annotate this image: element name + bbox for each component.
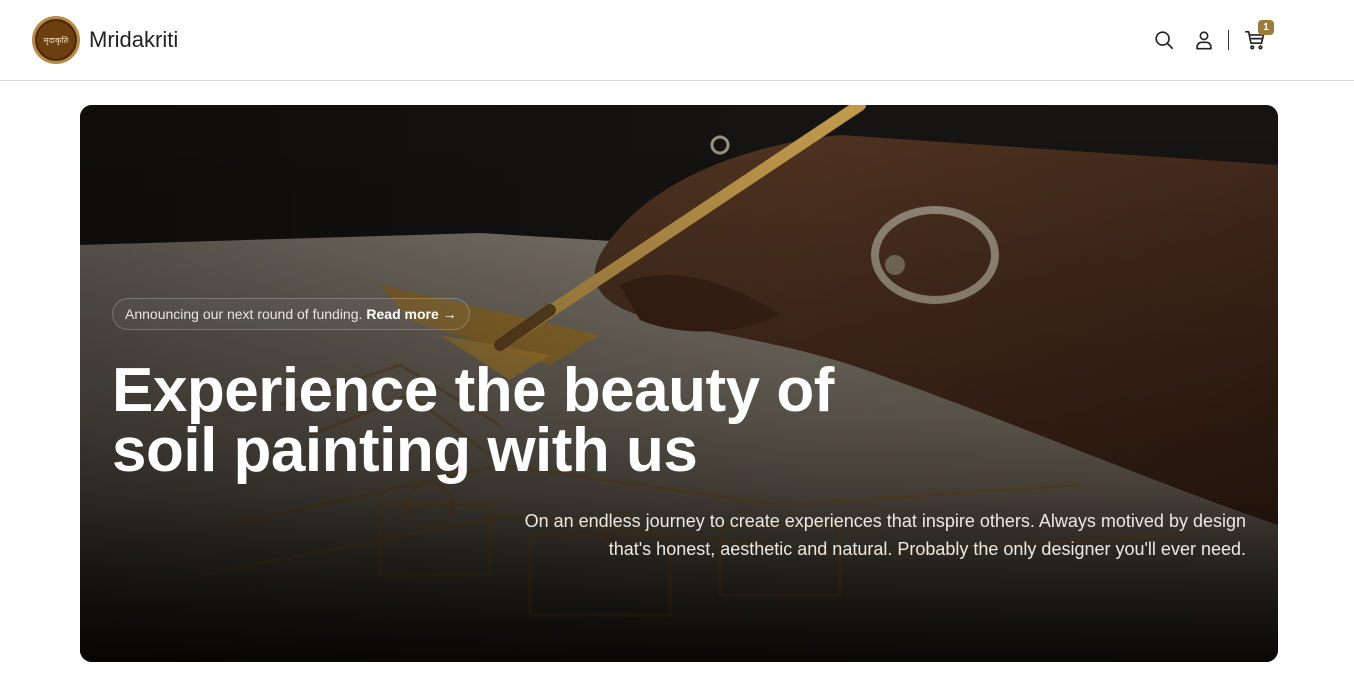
- read-more-link[interactable]: Read more →: [366, 306, 456, 322]
- search-icon: [1155, 31, 1174, 50]
- hero-title-line-1: Experience the beauty of: [112, 356, 834, 425]
- site-header: मृदाकृति Mridakriti 1: [0, 0, 1354, 81]
- brand[interactable]: मृदाकृति Mridakriti: [32, 16, 178, 64]
- cart-count-badge: 1: [1258, 20, 1274, 35]
- header-divider: [1228, 30, 1229, 50]
- brand-logo[interactable]: मृदाकृति: [32, 16, 80, 64]
- hero-title: Experience the beauty of soil painting w…: [112, 360, 872, 482]
- header-actions: 1: [1150, 20, 1274, 54]
- hero-description: On an endless journey to create experien…: [466, 507, 1246, 563]
- account-button[interactable]: [1190, 26, 1218, 54]
- logo-wordmark: मृदाकृति: [43, 35, 69, 45]
- hero-description-line-1: On an endless journey to create experien…: [524, 511, 1246, 531]
- hero-title-line-2: soil painting with us: [112, 416, 698, 485]
- search-button[interactable]: [1150, 26, 1178, 54]
- hero-banner: Announcing our next round of funding. Re…: [80, 105, 1278, 662]
- hero-description-line-2: that's honest, aesthetic and natural. Pr…: [608, 539, 1246, 559]
- announcement-pill[interactable]: Announcing our next round of funding. Re…: [112, 298, 470, 330]
- announcement-text: Announcing our next round of funding.: [125, 306, 363, 322]
- cart-button[interactable]: 1: [1241, 20, 1274, 54]
- user-icon: [1196, 31, 1212, 50]
- brand-name[interactable]: Mridakriti: [89, 27, 178, 53]
